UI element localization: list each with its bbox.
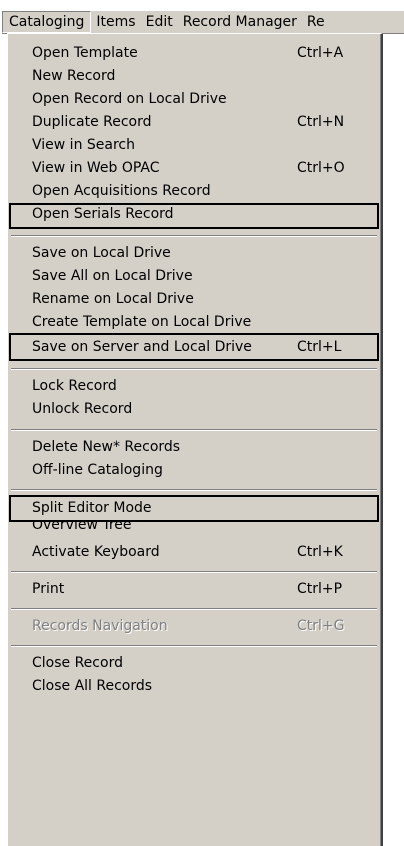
menu-item-duplicate-record[interactable]: Duplicate Record Ctrl+N <box>11 111 377 134</box>
menu-item-shortcut: Ctrl+P <box>297 581 343 597</box>
menu-item-view-in-web-opac[interactable]: View in Web OPAC Ctrl+O <box>11 157 377 180</box>
cataloging-dropdown-menu: Open Template Ctrl+A New Record Open Rec… <box>7 33 383 846</box>
menu-item-new-record[interactable]: New Record <box>11 65 377 88</box>
menu-items[interactable]: Items <box>91 11 140 33</box>
menu-item-activate-keyboard[interactable]: Activate Keyboard Ctrl+K <box>11 541 377 564</box>
menu-item-delete-new-records[interactable]: Delete New* Records <box>11 436 377 459</box>
menu-separator <box>11 489 377 491</box>
menu-item-open-serials-record[interactable]: Open Serials Record <box>9 203 379 229</box>
menu-item-label: Activate Keyboard <box>32 544 160 560</box>
menu-item-label: Duplicate Record <box>32 114 152 130</box>
menu-item-label: Save on Local Drive <box>32 245 171 261</box>
menu-edit[interactable]: Edit <box>141 11 178 33</box>
menu-item-label: Print <box>32 581 65 597</box>
menu-item-label: Delete New* Records <box>32 439 181 455</box>
menu-item-label: Lock Record <box>32 378 117 394</box>
menu-item-rename-on-local-drive[interactable]: Rename on Local Drive <box>11 288 377 311</box>
menu-record-manager[interactable]: Record Manager <box>178 11 302 33</box>
menu-item-shortcut: Ctrl+N <box>297 114 345 130</box>
menu-item-open-record-local-drive[interactable]: Open Record on Local Drive <box>11 88 377 111</box>
menu-item-label: Off-line Cataloging <box>32 462 163 478</box>
menu-item-label: Overview Tree <box>32 521 132 533</box>
menu-separator <box>11 429 377 431</box>
menu-item-save-on-server-and-local-drive[interactable]: Save on Server and Local Drive Ctrl+L <box>9 333 379 361</box>
menu-bar: Cataloging Items Edit Record Manager Re <box>2 10 404 34</box>
menu-item-records-navigation: Records Navigation Ctrl+G <box>11 615 377 638</box>
menu-item-label: View in Search <box>32 137 135 153</box>
menu-item-shortcut: Ctrl+A <box>297 45 344 61</box>
menu-item-label: Open Template <box>32 45 138 61</box>
menu-item-overview-tree[interactable]: Overview Tree <box>11 521 377 539</box>
menu-item-shortcut: Ctrl+K <box>297 544 343 560</box>
menu-item-label: Open Serials Record <box>32 206 174 222</box>
menu-item-print[interactable]: Print Ctrl+P <box>11 578 377 601</box>
menu-truncated[interactable]: Re <box>302 11 330 33</box>
menu-separator <box>11 645 377 647</box>
menu-item-unlock-record[interactable]: Unlock Record <box>11 398 377 421</box>
menu-item-open-template[interactable]: Open Template Ctrl+A <box>11 42 377 65</box>
menu-item-label: Close Record <box>32 655 123 671</box>
menu-cataloging[interactable]: Cataloging <box>2 11 92 33</box>
menu-item-shortcut: Ctrl+L <box>297 339 342 355</box>
menu-item-shortcut: Ctrl+G <box>297 618 345 634</box>
menu-separator <box>11 368 377 370</box>
menu-item-save-all-on-local-drive[interactable]: Save All on Local Drive <box>11 265 377 288</box>
menu-item-close-record[interactable]: Close Record <box>11 652 377 675</box>
menu-item-label: New Record <box>32 68 116 84</box>
menu-item-label: Save All on Local Drive <box>32 268 193 284</box>
menu-separator <box>11 571 377 573</box>
menu-item-label: Save on Server and Local Drive <box>32 339 252 355</box>
menu-item-lock-record[interactable]: Lock Record <box>11 375 377 398</box>
menu-item-label: Open Record on Local Drive <box>32 91 227 107</box>
menu-item-save-on-local-drive[interactable]: Save on Local Drive <box>11 242 377 265</box>
menu-item-view-in-search[interactable]: View in Search <box>11 134 377 157</box>
menu-item-label: Split Editor Mode <box>32 500 152 516</box>
menu-item-label: Records Navigation <box>32 618 168 634</box>
menu-item-split-editor-mode[interactable]: Split Editor Mode <box>9 495 379 522</box>
menu-item-offline-cataloging[interactable]: Off-line Cataloging <box>11 459 377 482</box>
menu-item-open-acquisitions-record[interactable]: Open Acquisitions Record <box>11 180 377 203</box>
menu-item-label: Rename on Local Drive <box>32 291 194 307</box>
menu-item-label: Unlock Record <box>32 401 133 417</box>
menu-item-create-template-local-drive[interactable]: Create Template on Local Drive <box>11 311 377 334</box>
menu-separator <box>11 235 377 237</box>
menu-item-label: Close All Records <box>32 678 153 694</box>
menu-item-label: Open Acquisitions Record <box>32 183 211 199</box>
menu-item-label: Create Template on Local Drive <box>32 314 252 330</box>
menu-item-label: View in Web OPAC <box>32 160 160 176</box>
menu-item-close-all-records[interactable]: Close All Records <box>11 675 377 698</box>
menu-separator <box>11 608 377 610</box>
menu-item-shortcut: Ctrl+O <box>297 160 345 176</box>
